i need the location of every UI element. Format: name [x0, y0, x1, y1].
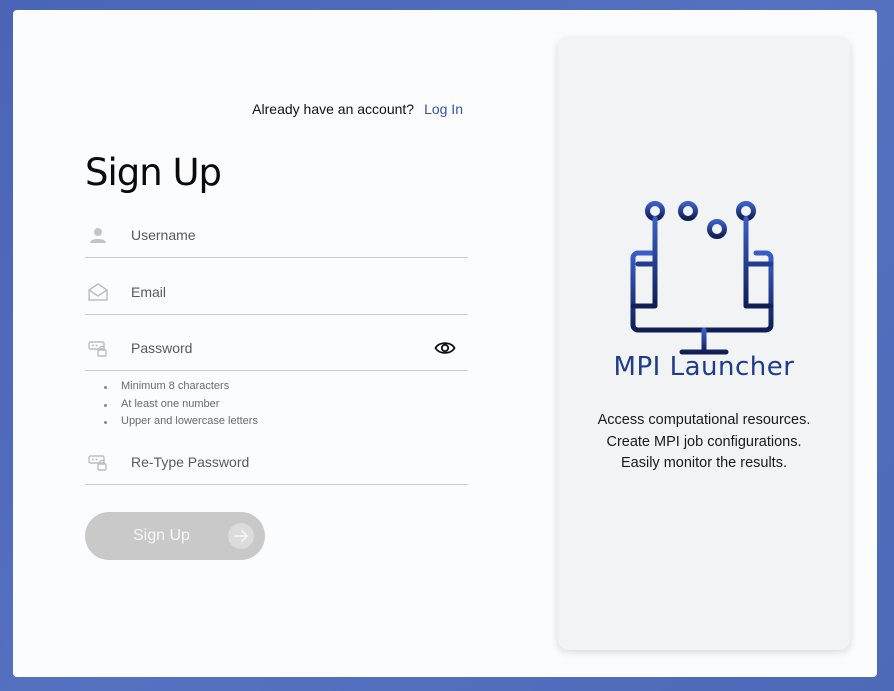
signup-card: Already have an account?Log In Sign Up M [13, 10, 877, 677]
eye-icon[interactable] [434, 339, 456, 357]
retype-password-input[interactable] [131, 449, 421, 475]
brand-description: Access computational resources. Create M… [558, 410, 850, 475]
retype-password-field [85, 443, 468, 485]
circuit-monitor-icon [630, 201, 774, 355]
brand-name: MPI Launcher [613, 352, 795, 382]
login-prompt-text: Already have an account? [252, 101, 415, 117]
page-title: Sign Up [85, 151, 222, 194]
sign-up-button-label: Sign Up [133, 527, 190, 544]
login-prompt: Already have an account? Log In [252, 101, 463, 117]
password-field [85, 329, 468, 371]
password-rule: At least one number [101, 396, 258, 414]
login-link[interactable]: Log In [424, 101, 463, 117]
description-line: Create MPI job configurations. [606, 433, 802, 450]
brand-panel: MPI Launcher Access computational resour… [558, 38, 850, 650]
password-icon [88, 341, 107, 357]
description-line: Access computational resources. [597, 412, 811, 428]
password-input[interactable] [131, 335, 421, 361]
password-requirements: Minimum 8 characters At least one number… [101, 378, 258, 431]
arrow-right-icon [228, 523, 254, 549]
username-field [85, 216, 468, 258]
user-icon [90, 228, 106, 243]
email-field [85, 273, 468, 315]
password-icon [88, 455, 107, 471]
password-rule: Minimum 8 characters [101, 378, 258, 396]
password-rule: Upper and lowercase letters [101, 413, 258, 431]
username-input[interactable] [131, 222, 421, 248]
description-line: Easily monitor the results. [620, 455, 787, 471]
sign-up-button[interactable]: Sign Up [85, 512, 265, 560]
envelope-icon [88, 283, 108, 301]
email-input[interactable] [131, 279, 421, 305]
